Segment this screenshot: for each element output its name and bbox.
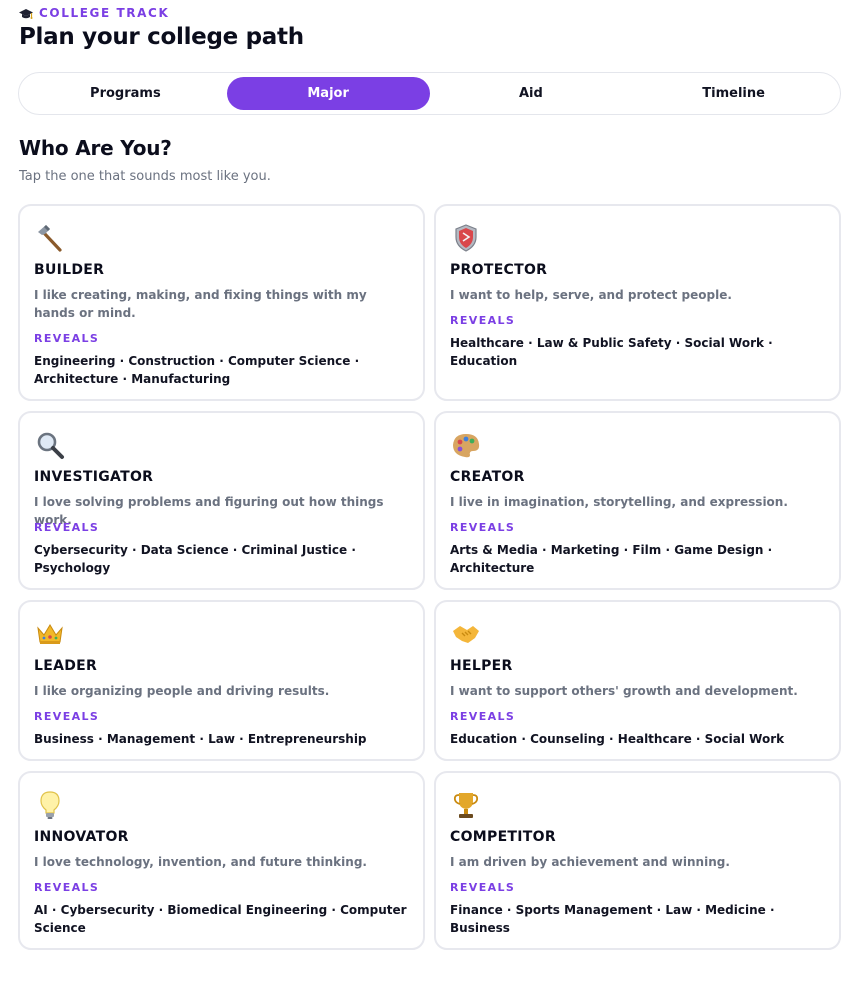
shield-icon [450, 222, 482, 254]
persona-description: I live in imagination, storytelling, and… [450, 495, 788, 509]
magnifier-icon [34, 429, 66, 461]
persona-card-leader[interactable]: LEADER I like organizing people and driv… [18, 600, 425, 761]
persona-title: BUILDER [34, 262, 105, 278]
graduation-cap-icon [19, 6, 33, 20]
eyebrow: COLLEGE TRACK [19, 5, 169, 21]
persona-fields: Business · Management · Law · Entreprene… [34, 732, 367, 746]
persona-fields: Finance · Sports Management · Law · Medi… [450, 903, 775, 935]
palette-icon [450, 429, 482, 461]
persona-title: LEADER [34, 658, 98, 674]
persona-fields: AI · Cybersecurity · Biomedical Engineer… [34, 903, 407, 935]
hammer-icon [34, 222, 66, 254]
persona-title: INVESTIGATOR [34, 469, 154, 485]
persona-description: I love technology, invention, and future… [34, 855, 367, 869]
persona-description: I want to support others' growth and dev… [450, 684, 798, 698]
persona-card-investigator[interactable]: INVESTIGATOR I love solving problems and… [18, 411, 425, 590]
handshake-icon [450, 618, 482, 650]
trophy-icon [450, 789, 482, 821]
tab-timeline[interactable]: Timeline [632, 77, 835, 110]
persona-title: HELPER [450, 658, 513, 674]
page-title: Plan your college path [19, 24, 304, 50]
persona-fields: Engineering · Construction · Computer Sc… [34, 354, 360, 386]
persona-card-builder[interactable]: BUILDER I like creating, making, and fix… [18, 204, 425, 401]
lightbulb-icon [34, 789, 66, 821]
persona-card-innovator[interactable]: INNOVATOR I love technology, invention, … [18, 771, 425, 950]
reveals-label: REVEALS [450, 314, 516, 327]
tab-aid[interactable]: Aid [430, 77, 633, 110]
tab-programs[interactable]: Programs [24, 77, 227, 110]
reveals-label: REVEALS [34, 521, 100, 534]
persona-title: INNOVATOR [34, 829, 129, 845]
persona-fields: Arts & Media · Marketing · Film · Game D… [450, 543, 773, 575]
persona-fields: Education · Counseling · Healthcare · So… [450, 732, 785, 746]
persona-description: I want to help, serve, and protect peopl… [450, 288, 732, 302]
persona-title: PROTECTOR [450, 262, 548, 278]
persona-card-creator[interactable]: CREATOR I live in imagination, storytell… [434, 411, 841, 590]
reveals-label: REVEALS [450, 710, 516, 723]
tab-major[interactable]: Major [226, 77, 430, 110]
persona-card-protector[interactable]: PROTECTOR I want to help, serve, and pro… [434, 204, 841, 401]
persona-card-competitor[interactable]: COMPETITOR I am driven by achievement an… [434, 771, 841, 950]
eyebrow-label: COLLEGE TRACK [39, 6, 170, 20]
persona-fields: Healthcare · Law & Public Safety · Socia… [450, 336, 773, 368]
persona-description: I like creating, making, and fixing thin… [34, 288, 367, 320]
persona-title: CREATOR [450, 469, 525, 485]
persona-description: I am driven by achievement and winning. [450, 855, 730, 869]
persona-title: COMPETITOR [450, 829, 556, 845]
persona-fields: Cybersecurity · Data Science · Criminal … [34, 543, 356, 575]
section-subtitle: Tap the one that sounds most like you. [19, 169, 271, 184]
reveals-label: REVEALS [450, 881, 516, 894]
reveals-label: REVEALS [34, 332, 100, 345]
tab-bar: Programs Major Aid Timeline [18, 72, 841, 115]
section-title: Who Are You? [19, 136, 172, 160]
persona-card-helper[interactable]: HELPER I want to support others' growth … [434, 600, 841, 761]
crown-icon [34, 618, 66, 650]
persona-description: I like organizing people and driving res… [34, 684, 330, 698]
reveals-label: REVEALS [34, 710, 100, 723]
reveals-label: REVEALS [34, 881, 100, 894]
reveals-label: REVEALS [450, 521, 516, 534]
